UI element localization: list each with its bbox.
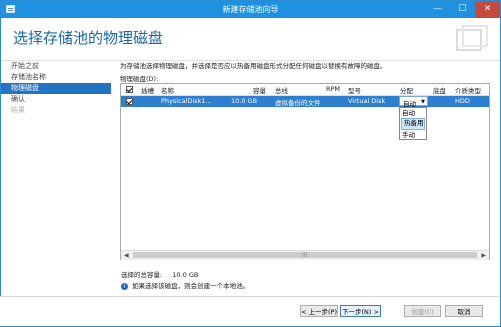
step-confirmation[interactable]: 确认 bbox=[1, 94, 111, 105]
column-bus[interactable]: 总线 bbox=[275, 85, 288, 95]
scroll-right-arrow-icon[interactable]: ▶ bbox=[481, 252, 486, 259]
cell-model: Virtual Disk bbox=[348, 97, 386, 105]
total-capacity-value: 10.0 GB bbox=[172, 271, 199, 279]
total-capacity-label: 选择的总容量: bbox=[121, 271, 163, 279]
select-all-checkbox[interactable] bbox=[126, 86, 133, 93]
column-chassis[interactable]: 底盘 bbox=[433, 85, 446, 95]
maximize-button[interactable]: ☐ bbox=[450, 1, 475, 18]
previous-button[interactable]: < 上一步(P) bbox=[300, 305, 338, 317]
allocation-dropdown[interactable]: 自动 ▼ bbox=[399, 96, 428, 108]
info-icon: i bbox=[121, 282, 128, 290]
step-physical-disks[interactable]: 物理磁盘 bbox=[1, 83, 111, 94]
cell-bus: 虚拟备份的文件 bbox=[275, 99, 321, 107]
column-allocation[interactable]: 分配 bbox=[400, 85, 413, 95]
column-rpm[interactable]: RPM bbox=[326, 85, 340, 93]
column-model[interactable]: 型号 bbox=[348, 85, 361, 95]
step-results: 结果 bbox=[11, 106, 25, 114]
chevron-down-icon[interactable]: ▼ bbox=[421, 99, 425, 105]
column-capacity[interactable]: 容量 bbox=[253, 85, 266, 95]
minimize-button[interactable]: — bbox=[425, 1, 450, 18]
option-manual[interactable]: 手动 bbox=[400, 130, 426, 140]
column-media-type[interactable]: 介质类型 bbox=[455, 85, 481, 95]
scrollbar-grip-icon: ||| bbox=[302, 252, 308, 258]
cell-capacity: 10.0 GB bbox=[231, 97, 258, 105]
disk-select-checkbox[interactable] bbox=[126, 98, 133, 105]
scroll-left-arrow-icon[interactable]: ◀ bbox=[124, 252, 129, 259]
wizard-steps: 开始之前 存储池名称 物理磁盘 确认 结果 bbox=[1, 61, 111, 116]
next-button[interactable]: 下一步(N) > bbox=[340, 305, 381, 317]
horizontal-scrollbar[interactable]: ◀ ||| ▶ bbox=[121, 250, 489, 260]
info-note: i 如果选择该磁盘，则会创建一个本地池。 bbox=[121, 280, 249, 290]
cell-name: PhysicalDisk1... bbox=[161, 97, 212, 105]
column-slot[interactable]: 插槽 bbox=[141, 85, 154, 95]
option-automatic[interactable]: 自动 bbox=[400, 108, 426, 118]
total-capacity: 选择的总容量: 10.0 GB bbox=[121, 269, 198, 279]
list-header: 插槽 名称 容量 总线 RPM 型号 分配 底盘 介质类型 bbox=[121, 84, 489, 96]
instructions-text: 为存储池选择物理磁盘，并选择是否应以热备用磁盘形式分配任何磁盘以替换有故障的磁盘… bbox=[120, 62, 387, 70]
close-button[interactable]: ✕ bbox=[475, 1, 500, 18]
step-before-you-begin[interactable]: 开始之前 bbox=[1, 61, 111, 72]
disk-list-label: 物理磁盘(D): bbox=[120, 75, 159, 83]
cancel-button[interactable]: 取消 bbox=[445, 305, 483, 317]
physical-disk-list[interactable]: 插槽 名称 容量 总线 RPM 型号 分配 底盘 介质类型 PhysicalDi… bbox=[120, 83, 490, 260]
table-row[interactable]: PhysicalDisk1... 10.0 GB 虚拟备份的文件 Virtual… bbox=[121, 96, 489, 107]
column-name[interactable]: 名称 bbox=[161, 85, 174, 95]
allocation-options-list[interactable]: 自动 热备用 手动 bbox=[399, 107, 427, 140]
wizard-header: 选择存储池的物理磁盘 bbox=[1, 18, 500, 61]
cell-media-type: HDD bbox=[455, 97, 470, 105]
info-note-text: 如果选择该磁盘，则会创建一个本地池。 bbox=[132, 282, 250, 290]
create-button: 创建(C) bbox=[404, 305, 441, 317]
page-title: 选择存储池的物理磁盘 bbox=[13, 29, 164, 47]
storage-watermark-icon bbox=[456, 25, 488, 51]
wizard-footer: < 上一步(P) 下一步(N) > 创建(C) 取消 bbox=[0, 296, 499, 326]
option-hot-spare[interactable]: 热备用 bbox=[401, 118, 425, 130]
step-pool-name[interactable]: 存储池名称 bbox=[1, 72, 111, 83]
title-bar[interactable]: 新建存储池向导 — ☐ ✕ bbox=[1, 1, 500, 18]
